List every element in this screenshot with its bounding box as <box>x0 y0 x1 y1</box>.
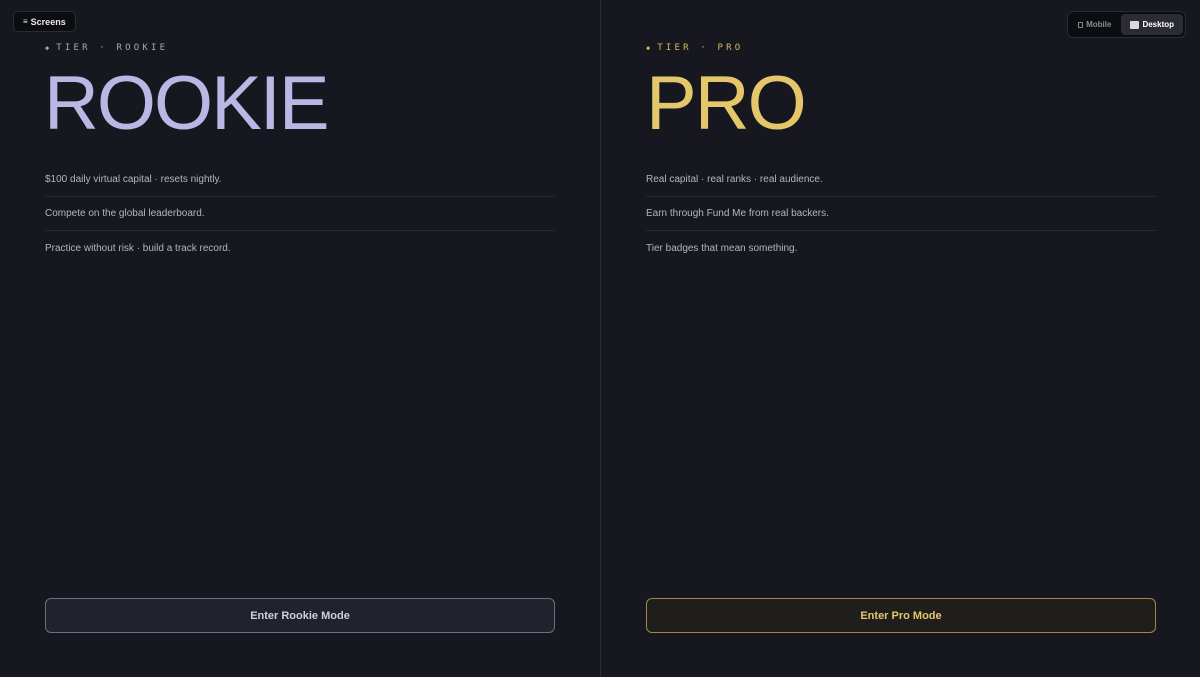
enter-pro-mode-button[interactable]: Enter Pro Mode <box>646 598 1156 633</box>
mobile-icon <box>1078 21 1084 28</box>
rookie-feature-list: $100 daily virtual capital · resets nigh… <box>45 163 555 265</box>
rookie-title: ROOKIE <box>44 61 330 146</box>
diamond-icon: ◆ <box>646 44 651 52</box>
pro-feature-list: Real capital · real ranks · real audienc… <box>646 163 1156 265</box>
desktop-view-button[interactable]: Desktop <box>1121 14 1183 35</box>
desktop-icon <box>1130 20 1140 29</box>
list-item: Real capital · real ranks · real audienc… <box>646 163 1156 197</box>
mobile-view-label: Mobile <box>1086 20 1112 29</box>
pro-title: PRO <box>646 61 807 146</box>
enter-rookie-mode-button[interactable]: Enter Rookie Mode <box>45 598 555 633</box>
list-item: $100 daily virtual capital · resets nigh… <box>45 163 555 197</box>
pro-tier-label: ◆ TIER · PRO <box>646 43 743 53</box>
diamond-icon: ◆ <box>45 44 50 52</box>
list-item: Tier badges that mean something. <box>646 242 798 254</box>
list-item: Practice without risk · build a track re… <box>45 242 231 254</box>
view-toggle: Mobile Desktop <box>1067 11 1186 38</box>
pro-tier-label-text: TIER · PRO <box>657 43 744 53</box>
mobile-view-button[interactable]: Mobile <box>1070 14 1119 35</box>
screens-button[interactable]: ≡ Screens <box>13 11 76 32</box>
list-item: Compete on the global leaderboard. <box>45 197 555 231</box>
tier-select-screen: ≡ Screens Mobile Desktop ◆ TIER · ROOKIE… <box>0 0 1200 677</box>
pro-panel: ◆ TIER · PRO PRO Real capital · real ran… <box>600 0 1200 677</box>
menu-icon: ≡ <box>23 17 28 26</box>
rookie-tier-label-text: TIER · ROOKIE <box>56 43 169 53</box>
rookie-tier-label: ◆ TIER · ROOKIE <box>45 43 168 53</box>
rookie-panel: ◆ TIER · ROOKIE ROOKIE $100 daily virtua… <box>0 0 600 677</box>
desktop-view-label: Desktop <box>1142 20 1174 29</box>
list-item: Earn through Fund Me from real backers. <box>646 197 1156 231</box>
screens-button-label: Screens <box>30 16 66 27</box>
